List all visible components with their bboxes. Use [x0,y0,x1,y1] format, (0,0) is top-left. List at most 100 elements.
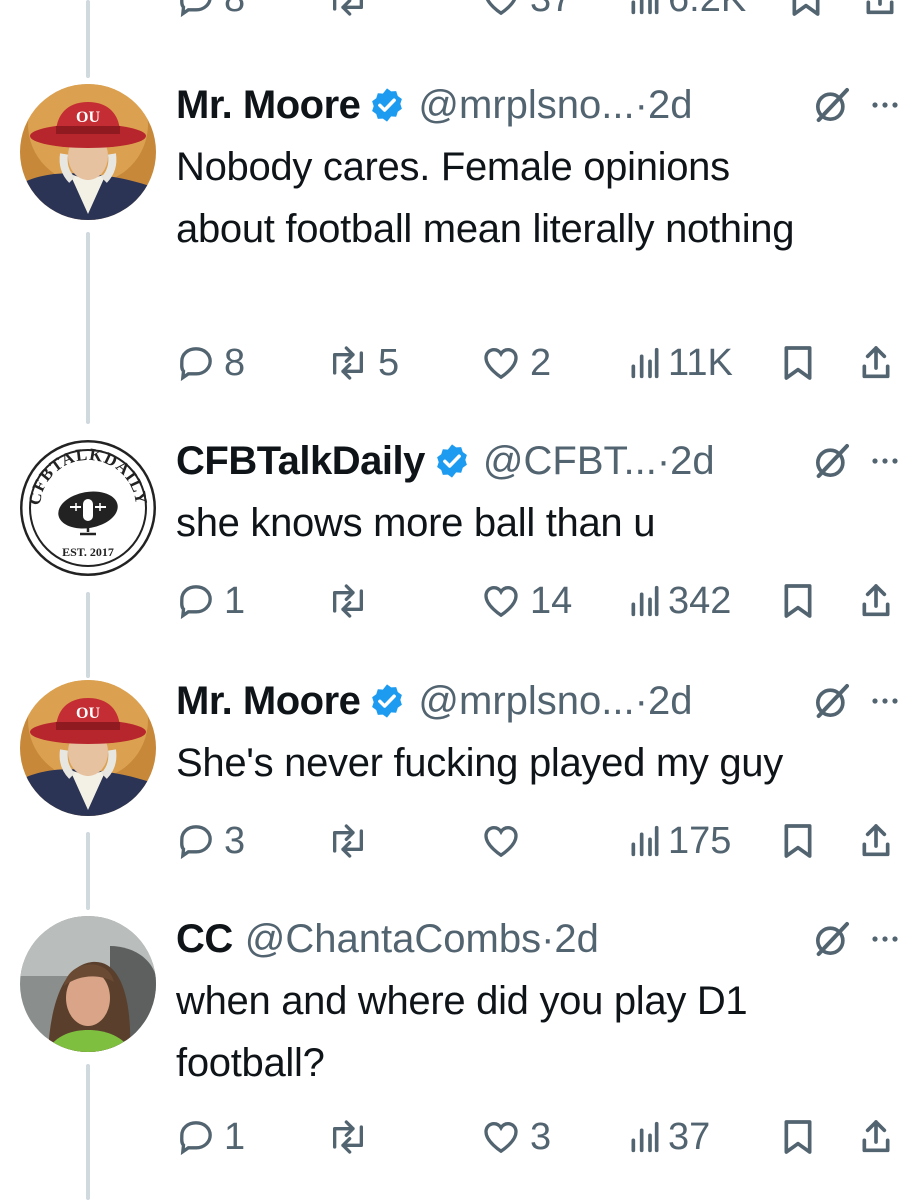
avatar[interactable] [20,916,156,1052]
grok-icon[interactable] [812,85,852,125]
avatar[interactable]: CFBTALKDAILY EST. 2017 [20,440,156,576]
like-button[interactable]: 2 [480,338,551,388]
bookmark-button[interactable] [788,0,824,24]
separator-dot: · [634,83,648,127]
previous-tweet-actions: 8 37 6.2K [176,0,902,24]
tweet[interactable]: OU Mr. Moore @mrplsno... · 2d Nobody car… [0,80,918,410]
timestamp[interactable]: 2d [648,676,693,726]
more-options-icon[interactable] [870,456,900,466]
verified-badge-icon [372,88,403,122]
reply-count: 3 [224,820,246,862]
timestamp[interactable]: 2d [554,914,599,964]
separator-dot: · [541,917,555,961]
repost-button[interactable] [326,1112,378,1162]
bookmark-button[interactable] [780,338,816,388]
display-name[interactable]: Mr. Moore [176,676,361,726]
share-button[interactable] [858,576,894,626]
handle[interactable]: @ChantaCombs [245,914,541,964]
like-button[interactable] [480,816,530,866]
tweet[interactable]: CC @ChantaCombs · 2d when and where did … [0,914,918,1200]
heart-icon [484,1121,518,1154]
bookmark-button[interactable] [780,576,816,626]
timestamp[interactable]: 2d [648,80,693,130]
avatar[interactable]: OU [20,84,156,220]
share-icon [862,346,890,379]
reply-button[interactable]: 8 [176,338,245,388]
repost-button[interactable]: 5 [326,338,399,388]
tweet-header: Mr. Moore @mrplsno... · 2d [176,676,900,726]
reply-button[interactable]: 8 [176,0,245,24]
bookmark-icon [784,824,812,858]
reply-icon [180,1121,212,1156]
heart-icon [484,585,518,618]
tweet[interactable]: OU Mr. Moore @mrplsno... · 2d She's neve… [0,676,918,876]
tweet-text: Nobody cares. Female opinions about foot… [176,145,795,251]
woman-photo-icon [20,916,156,1052]
separator-dot: · [634,679,648,723]
more-options-icon[interactable] [870,100,900,110]
tweet-actions: 8 5 2 11K [176,338,902,388]
grok-icon[interactable] [812,681,852,721]
bookmark-button[interactable] [780,816,816,866]
tweet-header: CC @ChantaCombs · 2d [176,914,900,964]
grok-icon[interactable] [812,441,852,481]
like-count: 3 [530,1116,552,1158]
more-options-icon[interactable] [870,934,900,944]
tweet-text: She's never fucking played my guy [176,741,783,785]
views-count: 342 [668,580,732,622]
repost-icon [332,346,363,380]
share-button[interactable] [858,816,894,866]
tweet-actions: 1 14 342 [176,576,902,626]
handle[interactable]: @mrplsno... [418,80,634,130]
handle[interactable]: @mrplsno... [418,676,634,726]
like-count: 14 [530,580,573,622]
avatar[interactable]: OU [20,680,156,816]
views-button[interactable]: 175 [630,816,731,866]
share-button[interactable] [858,338,894,388]
handle[interactable]: @CFBT... [483,436,657,486]
reply-button[interactable]: 1 [176,576,245,626]
grok-icon[interactable] [812,919,852,959]
views-button[interactable]: 37 [630,1112,710,1162]
views-button[interactable]: 11K [630,338,733,388]
timestamp[interactable]: 2d [670,436,715,486]
verified-badge-icon [437,444,467,478]
display-name[interactable]: CFBTalkDaily [176,436,425,486]
bookmark-icon [784,1120,812,1154]
display-name[interactable]: CC [176,914,233,964]
views-count: 175 [668,820,732,862]
reply-button[interactable]: 3 [176,816,245,866]
views-chart-icon [631,347,659,379]
share-button[interactable] [858,1112,894,1162]
repost-button[interactable] [326,816,378,866]
tweet-content: CFBTalkDaily @CFBT... · 2d she knows mor… [176,436,900,554]
like-button[interactable]: 37 [480,0,572,24]
display-name[interactable]: Mr. Moore [176,80,361,130]
reply-count: 1 [224,1116,246,1158]
views-count: 6.2K [668,0,746,24]
repost-icon [332,584,363,618]
heart-icon [486,0,516,16]
reply-button[interactable]: 1 [176,1112,245,1162]
like-count: 2 [530,342,552,384]
tweet-header: Mr. Moore @mrplsno... · 2d [176,80,900,130]
reply-icon [180,347,212,382]
like-button[interactable]: 3 [480,1112,551,1162]
views-button[interactable]: 342 [630,576,731,626]
repost-button[interactable] [326,576,378,626]
share-icon [862,1120,890,1153]
views-button[interactable]: 6.2K [630,0,746,24]
repost-icon [332,1120,363,1154]
like-button[interactable]: 14 [480,576,572,626]
more-options-icon[interactable] [870,696,900,706]
share-icon [866,0,894,15]
tweet[interactable]: CFBTALKDAILY EST. 2017 CFBTalkDaily @CFB… [0,436,918,636]
views-chart-icon [631,1121,659,1153]
tweet-header: CFBTalkDaily @CFBT... · 2d [176,436,900,486]
share-button[interactable] [862,0,898,24]
oklahoma-hat-portrait-icon: OU [20,84,156,220]
separator-dot: · [656,439,671,483]
views-count: 11K [668,342,733,384]
bookmark-button[interactable] [780,1112,816,1162]
repost-button[interactable] [326,0,370,24]
